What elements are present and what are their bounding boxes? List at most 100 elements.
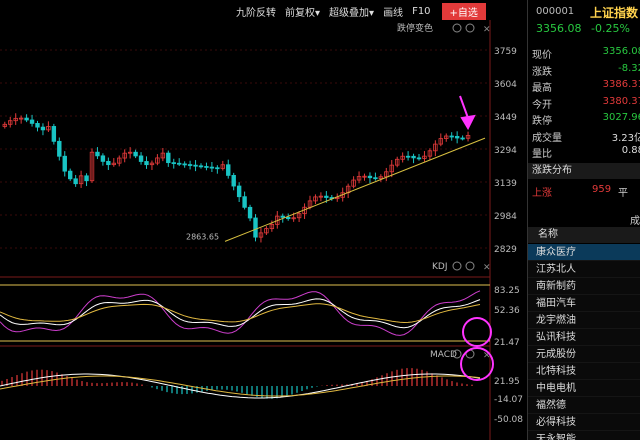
candle-body bbox=[324, 195, 329, 198]
candle-body bbox=[40, 126, 46, 131]
stock-list-item[interactable]: 天永智能 bbox=[528, 431, 640, 440]
stock-list-item[interactable]: 必得科技 bbox=[528, 414, 640, 431]
quote-value: -8.32 bbox=[618, 62, 640, 74]
quote-label: 量比 bbox=[532, 149, 552, 160]
candle-body bbox=[106, 160, 111, 166]
draw-line-button[interactable]: 画线 bbox=[383, 4, 403, 19]
highlight-circle bbox=[462, 317, 492, 347]
quote-value: 3027.96 bbox=[602, 112, 640, 123]
price-tick-label: 2984 bbox=[494, 212, 517, 222]
stock-list-name: 天永智能 bbox=[536, 434, 576, 440]
candle-body bbox=[204, 166, 209, 168]
candle-body bbox=[367, 175, 373, 179]
quote-value: 3386.31 bbox=[602, 79, 640, 90]
stock-list-item[interactable]: 中电电机 bbox=[528, 380, 640, 397]
flat-label: 平 bbox=[618, 188, 628, 199]
quote-row: 现价 3356.08 bbox=[532, 46, 640, 62]
overlay-dropdown[interactable]: 超级叠加▾ bbox=[329, 4, 374, 19]
price-tick-label: 3294 bbox=[494, 146, 517, 156]
quote-row: 量比 0.88 bbox=[532, 145, 640, 161]
stock-list-item[interactable]: 南新制药 bbox=[528, 278, 640, 295]
candle-body bbox=[198, 165, 204, 168]
f10-button[interactable]: F10 bbox=[412, 6, 430, 17]
candle-body bbox=[454, 136, 460, 139]
adjust-dropdown[interactable]: 前复权▾ bbox=[285, 4, 320, 19]
stock-list-name: 北特科技 bbox=[536, 366, 576, 377]
settings-icon[interactable] bbox=[452, 23, 462, 33]
quote-label: 今开 bbox=[532, 99, 552, 111]
kdj-d-line bbox=[0, 303, 481, 324]
candle-body bbox=[84, 175, 89, 182]
price-tick-label: 3759 bbox=[494, 47, 517, 57]
trend-line bbox=[224, 137, 486, 242]
kline-chart[interactable]: 3759 3604 3449 3294 3139 2984 2829 跌停变色 ✕ 2863.65… bbox=[0, 0, 527, 440]
candle-body bbox=[226, 164, 231, 176]
candle-body bbox=[460, 137, 465, 140]
tab-fragment[interactable]: 成 bbox=[630, 212, 640, 227]
quote-value: 0.88 bbox=[621, 145, 640, 156]
low-price-label: 2863.65 bbox=[186, 232, 219, 241]
annotation-arrow bbox=[459, 95, 476, 131]
quote-sidebar: 000001 上证指数 3356.08 -0.25% 现价 3356.08 涨跌 -8… bbox=[527, 0, 640, 440]
stock-list-item[interactable]: 龙宇燃油 bbox=[528, 312, 640, 329]
quote-label: 成交量 bbox=[532, 132, 562, 144]
stock-list-item[interactable]: 康众医疗 bbox=[528, 244, 640, 261]
candle-body bbox=[247, 206, 253, 219]
candle-body bbox=[100, 155, 106, 162]
up-count-row: 上涨 959 平 bbox=[532, 184, 640, 200]
list-header-name: 名称 bbox=[538, 229, 558, 240]
chart-toolbar: 九阶反转 前复权▾ 超级叠加▾ 画线 F10 +自选 bbox=[236, 2, 486, 20]
kdj-tick-label: 83.25 bbox=[494, 286, 520, 296]
stock-list-name: 中电电机 bbox=[536, 383, 576, 394]
candle-body bbox=[253, 217, 258, 238]
stock-list-item[interactable]: 元成股份 bbox=[528, 346, 640, 363]
settings-icon[interactable] bbox=[452, 261, 462, 271]
candle-body bbox=[405, 155, 411, 158]
header-price: 3356.08 bbox=[536, 22, 582, 35]
add-favorite-button[interactable]: +自选 bbox=[441, 2, 486, 20]
macd-tick-label: -50.08 bbox=[494, 415, 523, 425]
candle-body bbox=[182, 163, 187, 166]
quote-value: 3380.37 bbox=[602, 95, 640, 107]
candle-body bbox=[215, 167, 220, 170]
stock-name: 上证指数 bbox=[590, 6, 639, 20]
quote-label: 最高 bbox=[532, 83, 552, 94]
stock-list-name: 康众医疗 bbox=[536, 247, 576, 258]
quote-label: 现价 bbox=[532, 50, 552, 61]
kdj-k-line bbox=[0, 298, 481, 329]
candle-body bbox=[62, 155, 67, 172]
help-icon[interactable] bbox=[465, 261, 475, 271]
candle-body bbox=[242, 196, 247, 208]
stock-list-name: 弘讯科技 bbox=[536, 332, 576, 343]
kdj-tick-label: 21.47 bbox=[494, 338, 520, 348]
quote-row: 涨跌 -8.32 bbox=[532, 63, 640, 79]
candle-body bbox=[73, 178, 78, 185]
price-tick-label: 2829 bbox=[494, 245, 517, 255]
candle-body bbox=[280, 215, 285, 218]
stock-list-item[interactable]: 弘讯科技 bbox=[528, 329, 640, 346]
candle-body bbox=[449, 135, 454, 138]
stock-list-item[interactable]: 江苏北人 bbox=[528, 261, 640, 278]
quote-row: 跌停 3027.96 bbox=[532, 112, 640, 128]
chart-area[interactable]: 3759 3604 3449 3294 3139 2984 2829 跌停变色 ✕ 2863.65… bbox=[0, 0, 527, 440]
close-icon: ✕ bbox=[483, 263, 491, 273]
stock-list-item[interactable]: 福田汽车 bbox=[528, 295, 640, 312]
stock-list-item[interactable]: 北特科技 bbox=[528, 363, 640, 380]
candle-body bbox=[133, 151, 138, 157]
distribution-title: 涨跌分布 bbox=[532, 165, 572, 176]
help-icon[interactable] bbox=[465, 23, 475, 33]
candle-body bbox=[57, 140, 62, 157]
candle-body bbox=[176, 162, 182, 165]
stock-list-name: 元成股份 bbox=[536, 349, 576, 360]
candle-body bbox=[373, 177, 378, 180]
stock-list-name: 福然德 bbox=[536, 400, 566, 411]
nine-reversal-button[interactable]: 九阶反转 bbox=[236, 4, 276, 19]
stock-list-item[interactable]: 福然德 bbox=[528, 397, 640, 414]
candle-body bbox=[171, 162, 176, 165]
candle-body bbox=[95, 151, 100, 157]
quote-value: 3356.08 bbox=[602, 46, 640, 57]
candle-body bbox=[236, 185, 242, 198]
candle-body bbox=[166, 152, 171, 164]
quote-label: 涨跌 bbox=[532, 66, 552, 78]
quote-label: 跌停 bbox=[532, 116, 552, 127]
